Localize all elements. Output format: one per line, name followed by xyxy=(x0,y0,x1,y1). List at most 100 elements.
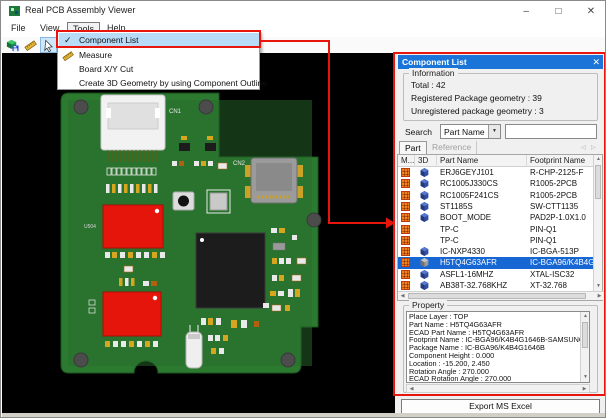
silk-label-cn1: CN1 xyxy=(169,109,182,115)
table-row[interactable]: ASFL1-16MHZ XTAL-ISC32 xyxy=(398,269,594,280)
panel-title: Component List xyxy=(402,57,467,67)
window-title: Real PCB Assembly Viewer xyxy=(25,5,135,15)
table-row[interactable]: TP-C PIN-Q1 xyxy=(398,224,594,235)
tab-part[interactable]: Part xyxy=(399,141,427,154)
menu-item-board-xy-cut[interactable]: Board X/Y Cut xyxy=(59,62,259,76)
maximize-button[interactable]: □ xyxy=(545,2,573,22)
measure-button[interactable] xyxy=(22,37,39,53)
property-line: ECAD Rotation Angle : 270.000 xyxy=(409,375,511,383)
menu-item-label: Create 3D Geometry by using Component Ou… xyxy=(79,76,267,90)
scrollbar-thumb[interactable] xyxy=(595,165,601,199)
search-input[interactable] xyxy=(505,124,597,139)
table-horizontal-scrollbar[interactable]: ◀ ▶ xyxy=(398,291,604,300)
table-row[interactable]: ST1185S SW-CTT1135 xyxy=(398,201,594,212)
checkmark-icon: ✓ xyxy=(64,33,72,47)
table-row[interactable]: RC1005J330CS R1005-2PCB xyxy=(398,178,594,189)
menu-file[interactable]: File xyxy=(6,22,31,35)
menu-item-label: Board X/Y Cut xyxy=(79,62,133,76)
scroll-right-icon[interactable]: ▶ xyxy=(580,385,589,394)
panel-title-bar[interactable]: Component List ✕ xyxy=(398,55,603,69)
footprint-name-cell: XT-32.768 xyxy=(530,280,594,291)
col-header-m[interactable]: M... xyxy=(398,155,415,167)
info-registered: Registered Package geometry : 39 xyxy=(411,93,542,103)
scroll-left-icon[interactable]: ◀ xyxy=(407,385,416,394)
geometry-3d-icon xyxy=(420,191,429,200)
tab-prev-icon[interactable]: ◁ xyxy=(581,144,586,151)
resistor-row xyxy=(106,184,158,193)
table-row[interactable]: BOOT_MODE PAD2P-1.0X1.0 xyxy=(398,212,594,223)
information-legend: Information xyxy=(409,68,458,78)
scroll-up-icon[interactable]: ▲ xyxy=(594,155,603,164)
select-cursor-button[interactable] xyxy=(40,37,57,53)
table-row-selected[interactable]: H5TQ4G63AFR IC-BGA96/K4B4G164 xyxy=(398,257,594,268)
pcb-viewport[interactable]: CN1 U504 xyxy=(2,53,395,413)
footprint-icon xyxy=(401,236,410,245)
pcb-board-view: CN1 U504 xyxy=(2,53,395,413)
footprint-icon xyxy=(401,191,410,200)
table-row[interactable]: IC-NXP4330 IC-BGA-513P xyxy=(398,246,594,257)
table-vertical-scrollbar[interactable]: ▲ ▼ xyxy=(593,155,602,291)
footprint-icon xyxy=(401,270,410,279)
export-ms-excel-button[interactable]: Export MS Excel xyxy=(401,399,600,414)
minimize-button[interactable]: – xyxy=(512,2,540,22)
cursor-icon xyxy=(42,39,55,52)
col-header-footprint[interactable]: Footprint Name xyxy=(527,155,594,167)
app-window: Real PCB Assembly Viewer – □ ✕ File View… xyxy=(0,0,606,418)
menu-item-create-3d-geometry[interactable]: Create 3D Geometry by using Component Ou… xyxy=(59,76,259,90)
geometry-3d-icon xyxy=(420,179,429,188)
scroll-down-icon[interactable]: ▼ xyxy=(594,282,603,291)
footprint-name-cell: PAD2P-1.0X1.0 xyxy=(530,212,594,223)
search-field-select[interactable]: Part Name ▼ xyxy=(440,124,501,139)
table-row[interactable]: TP-C PIN-Q1 xyxy=(398,235,594,246)
col-header-part[interactable]: Part Name xyxy=(437,155,527,167)
scroll-left-icon[interactable]: ◀ xyxy=(398,292,407,301)
scrollbar-thumb[interactable] xyxy=(582,322,588,348)
component-list-panel: Component List ✕ Information Total : 42 … xyxy=(395,53,606,413)
info-total: Total : 42 xyxy=(411,80,446,90)
chevron-down-icon[interactable]: ▼ xyxy=(488,125,500,138)
save-3d-icon xyxy=(6,39,19,52)
app-icon xyxy=(9,5,21,17)
geometry-3d-icon xyxy=(420,270,429,279)
menu-item-label: Component List xyxy=(79,33,139,47)
footprint-icon xyxy=(401,225,410,234)
scroll-right-icon[interactable]: ▶ xyxy=(595,292,604,301)
part-name-cell: H5TQ4G63AFR xyxy=(440,257,526,268)
search-label: Search xyxy=(405,127,432,137)
tab-reference[interactable]: Reference xyxy=(427,141,477,154)
window-controls: – □ ✕ xyxy=(512,1,605,21)
geometry-3d-icon xyxy=(420,213,429,222)
table-row[interactable]: ERJ6GEYJ101 R-CHP-2125-F xyxy=(398,167,594,178)
save-3d-button[interactable] xyxy=(4,37,21,53)
geometry-3d-icon xyxy=(420,202,429,211)
geometry-3d-icon xyxy=(420,168,429,177)
part-name-cell: ST1185S xyxy=(440,201,526,212)
property-horizontal-scrollbar[interactable]: ◀ ▶ xyxy=(406,384,590,393)
red-module-1 xyxy=(103,205,163,248)
main-soc-chip xyxy=(196,233,265,308)
property-vertical-scrollbar[interactable]: ▲ ▼ xyxy=(580,312,589,382)
col-header-3d[interactable]: 3D xyxy=(415,155,437,167)
part-name-cell: IC-NXP4330 xyxy=(440,246,526,257)
table-row[interactable]: RC1005F241CS R1005-2PCB xyxy=(398,190,594,201)
menu-item-component-list[interactable]: ✓ Component List xyxy=(59,33,259,47)
scrollbar-thumb[interactable] xyxy=(408,293,586,299)
footprint-icon xyxy=(401,258,410,267)
small-ic xyxy=(207,190,230,213)
silk-label-u504: U504 xyxy=(84,224,96,230)
usb-connector-cn2 xyxy=(245,158,303,203)
scroll-down-icon[interactable]: ▼ xyxy=(581,373,590,382)
tab-next-icon[interactable]: ▷ xyxy=(591,144,596,151)
geometry-3d-icon xyxy=(420,258,429,267)
property-list[interactable]: Place Layer : TOP Part Name : H5TQ4G63AF… xyxy=(406,311,590,383)
search-field-value: Part Name xyxy=(444,127,485,137)
footprint-icon xyxy=(401,281,410,290)
red-module-2 xyxy=(103,292,161,336)
panel-close-icon[interactable]: ✕ xyxy=(592,55,600,69)
table-row[interactable]: AB38T-32.768KHZ XT-32.768 xyxy=(398,280,594,291)
menu-item-measure[interactable]: Measure xyxy=(59,48,259,62)
footprint-icon xyxy=(401,168,410,177)
scroll-up-icon[interactable]: ▲ xyxy=(581,312,590,321)
close-button[interactable]: ✕ xyxy=(577,2,605,22)
tools-menu-dropdown: ✓ Component List Measure Board X/Y Cut C… xyxy=(57,31,260,90)
